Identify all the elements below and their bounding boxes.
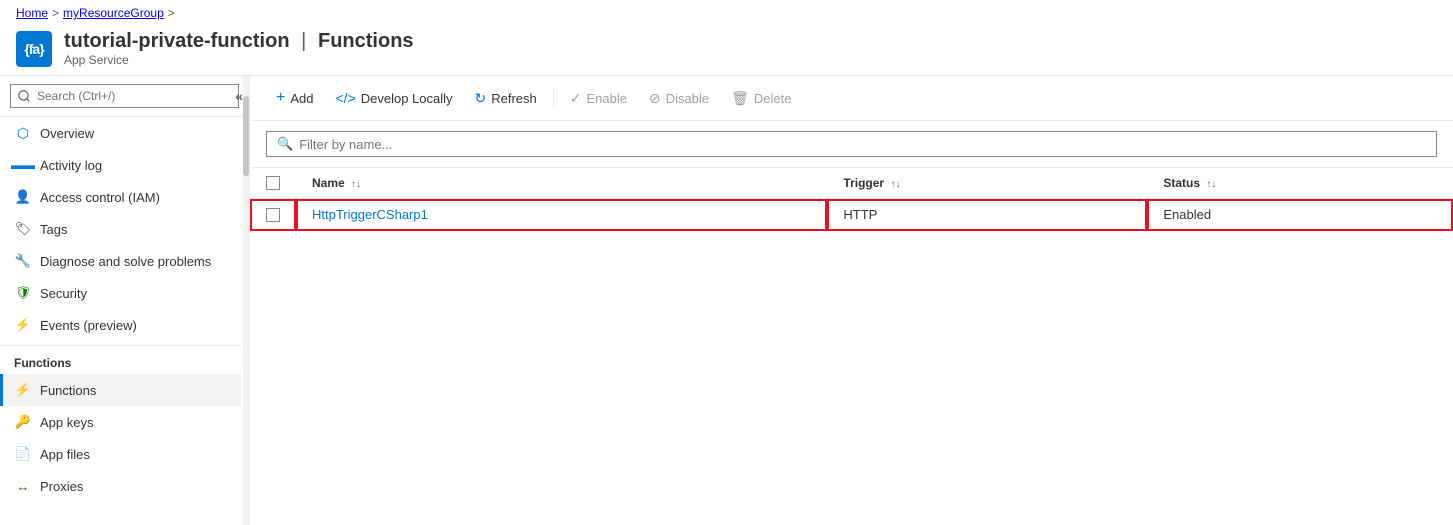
- column-checkbox: [250, 168, 296, 199]
- page-subtitle: App Service: [64, 53, 414, 67]
- sidebar-item-functions[interactable]: ⚡ Functions: [0, 374, 241, 406]
- delete-icon: 🗑: [731, 90, 749, 107]
- security-icon: 🛡: [14, 284, 32, 302]
- add-button[interactable]: + Add: [266, 84, 323, 112]
- filter-input[interactable]: [299, 137, 1426, 152]
- page-title: tutorial-private-function | Functions: [64, 30, 414, 53]
- functions-icon: ⚡: [14, 381, 32, 399]
- breadcrumb-resource-group[interactable]: myResourceGroup: [63, 6, 164, 20]
- breadcrumb-sep1: >: [52, 6, 59, 20]
- row-checkbox[interactable]: [266, 208, 280, 222]
- resource-name: tutorial-private-function: [64, 30, 290, 52]
- disable-icon: ⊘: [649, 90, 661, 107]
- add-label: Add: [290, 91, 313, 106]
- select-all-checkbox[interactable]: [266, 176, 280, 190]
- app-files-icon: 📄: [14, 445, 32, 463]
- sidebar-item-access-control[interactable]: 👤 Access control (IAM): [0, 181, 241, 213]
- function-name-link[interactable]: HttpTriggerCSharp1: [312, 207, 428, 222]
- name-sort-icon[interactable]: ↑↓: [351, 179, 361, 190]
- page-header: {fa} tutorial-private-function | Functio…: [0, 26, 1453, 76]
- sidebar: « ⬡ Overview ▬▬ Activity log 👤 Access co…: [0, 76, 250, 525]
- breadcrumb: Home > myResourceGroup >: [0, 0, 1453, 26]
- disable-button[interactable]: ⊘ Disable: [639, 85, 719, 112]
- resource-icon-label: {fa}: [24, 41, 43, 57]
- sidebar-item-app-files[interactable]: 📄 App files: [0, 438, 241, 470]
- content-area: + Add </> Develop Locally ↻ Refresh ✓ En…: [250, 76, 1453, 525]
- tags-icon: 🏷: [14, 220, 32, 238]
- sidebar-item-label: App keys: [40, 415, 93, 430]
- sidebar-item-label: Overview: [40, 126, 94, 141]
- resource-icon: {fa}: [16, 31, 52, 67]
- sidebar-item-label: Activity log: [40, 158, 102, 173]
- develop-locally-label: Develop Locally: [361, 91, 453, 106]
- sidebar-item-label: Access control (IAM): [40, 190, 160, 205]
- activity-log-icon: ▬▬: [14, 156, 32, 174]
- diagnose-icon: 🔧: [14, 252, 32, 270]
- status-sort-icon[interactable]: ↑↓: [1206, 179, 1216, 190]
- sidebar-item-label: Diagnose and solve problems: [40, 254, 211, 269]
- filter-input-container: 🔍: [266, 131, 1437, 157]
- toolbar: + Add </> Develop Locally ↻ Refresh ✓ En…: [250, 76, 1453, 121]
- access-control-icon: 👤: [14, 188, 32, 206]
- sidebar-section-functions: Functions: [0, 345, 241, 374]
- develop-locally-button[interactable]: </> Develop Locally: [325, 85, 462, 111]
- sidebar-scrollbar-thumb[interactable]: [243, 96, 249, 176]
- page-section: Functions: [318, 30, 414, 52]
- sidebar-item-overview[interactable]: ⬡ Overview: [0, 117, 241, 149]
- row-name-cell: HttpTriggerCSharp1: [296, 199, 827, 231]
- sidebar-item-label: Events (preview): [40, 318, 137, 333]
- sidebar-item-label: Tags: [40, 222, 67, 237]
- enable-button[interactable]: ✓ Enable: [560, 85, 637, 112]
- toolbar-separator: [553, 88, 554, 108]
- overview-icon: ⬡: [14, 124, 32, 142]
- column-status-label: Status: [1163, 176, 1200, 190]
- sidebar-item-events[interactable]: ⚡ Events (preview): [0, 309, 241, 341]
- sidebar-search-container: [0, 76, 249, 117]
- trigger-sort-icon[interactable]: ↑↓: [890, 179, 900, 190]
- column-trigger-label: Trigger: [843, 176, 884, 190]
- sidebar-item-label: Security: [40, 286, 87, 301]
- column-name: Name ↑↓: [296, 168, 827, 199]
- sidebar-item-proxies[interactable]: ↔ Proxies: [0, 470, 241, 502]
- sidebar-collapse-button[interactable]: «: [235, 88, 243, 104]
- row-status-cell: Enabled: [1147, 199, 1453, 231]
- app-keys-icon: 🔑: [14, 413, 32, 431]
- search-input[interactable]: [10, 84, 239, 108]
- sidebar-item-tags[interactable]: 🏷 Tags: [0, 213, 241, 245]
- table-row: HttpTriggerCSharp1 HTTP Enabled: [250, 199, 1453, 231]
- sidebar-item-diagnose[interactable]: 🔧 Diagnose and solve problems: [0, 245, 241, 277]
- page-header-text: tutorial-private-function | Functions Ap…: [64, 30, 414, 67]
- enable-icon: ✓: [570, 90, 582, 107]
- refresh-button[interactable]: ↻ Refresh: [465, 85, 547, 112]
- sidebar-item-label: App files: [40, 447, 90, 462]
- sidebar-item-label: Proxies: [40, 479, 83, 494]
- filter-bar: 🔍: [250, 121, 1453, 168]
- add-icon: +: [276, 89, 285, 107]
- functions-table: Name ↑↓ Trigger ↑↓ Status ↑↓: [250, 168, 1453, 231]
- column-name-label: Name: [312, 176, 345, 190]
- breadcrumb-home[interactable]: Home: [16, 6, 48, 20]
- column-trigger: Trigger ↑↓: [827, 168, 1147, 199]
- events-icon: ⚡: [14, 316, 32, 334]
- row-checkbox-cell: [250, 199, 296, 231]
- sidebar-item-app-keys[interactable]: 🔑 App keys: [0, 406, 241, 438]
- refresh-icon: ↻: [475, 90, 487, 107]
- column-status: Status ↑↓: [1147, 168, 1453, 199]
- sidebar-item-label: Functions: [40, 383, 96, 398]
- delete-label: Delete: [754, 91, 792, 106]
- functions-table-container: Name ↑↓ Trigger ↑↓ Status ↑↓: [250, 168, 1453, 525]
- sidebar-item-security[interactable]: 🛡 Security: [0, 277, 241, 309]
- breadcrumb-sep2: >: [168, 6, 175, 20]
- enable-label: Enable: [587, 91, 627, 106]
- sidebar-scrollbar-track: [243, 76, 249, 525]
- sidebar-item-activity-log[interactable]: ▬▬ Activity log: [0, 149, 241, 181]
- filter-icon: 🔍: [277, 136, 293, 152]
- delete-button[interactable]: 🗑 Delete: [721, 85, 801, 112]
- row-trigger-cell: HTTP: [827, 199, 1147, 231]
- develop-locally-icon: </>: [335, 90, 355, 106]
- proxies-icon: ↔: [14, 477, 32, 495]
- disable-label: Disable: [666, 91, 709, 106]
- refresh-label: Refresh: [491, 91, 537, 106]
